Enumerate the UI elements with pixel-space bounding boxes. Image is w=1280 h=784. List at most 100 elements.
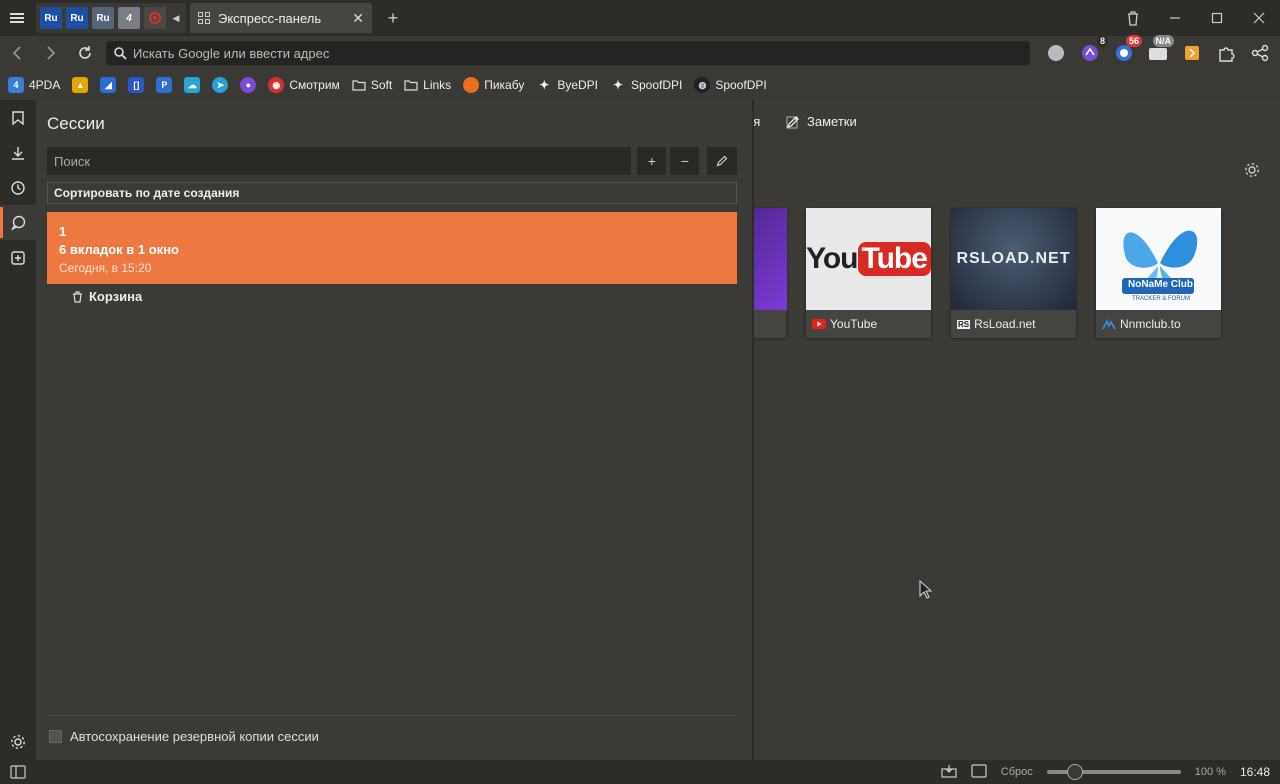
panel-title: Сессии [47,114,105,133]
active-tab-title: Экспресс-панель [218,10,322,26]
session-name: 1 [59,224,67,239]
tile-thumbnail: You Tube [806,208,931,310]
stack-tab-3[interactable]: Ru [92,7,114,29]
bird-icon: ✦ [612,78,624,92]
p-bookmark-icon: P [156,77,173,93]
search-icon [114,46,127,60]
speed-dial-icon [198,12,210,24]
blue-extension-icon[interactable]: 56 [1112,35,1142,65]
url-field[interactable] [106,41,1030,65]
download-icon [12,146,24,160]
trash-icon[interactable] [1112,0,1154,36]
speed-dial-tile-youtube[interactable]: You Tube YouTube [806,208,931,338]
tab-close-icon[interactable]: ✕ [352,10,364,27]
stack-tab-4[interactable]: 4 [118,7,140,29]
bookmark-spoofdpi-2[interactable]: ◍ SpoofDPI [694,77,767,93]
stack-tab-5[interactable] [144,7,166,29]
tab-stack[interactable]: Ru Ru Ru 4 ◀ [36,3,186,33]
zoom-slider[interactable] [1046,764,1181,780]
reload-button[interactable] [68,36,102,70]
bookmarks-panel-button[interactable] [0,100,36,135]
zoom-reset-button[interactable]: Сброс [1001,766,1033,778]
sessions-toolbar: + − [47,147,738,175]
orange-extension-icon[interactable] [1180,41,1204,65]
na-extension-icon[interactable]: N/A [1146,35,1174,65]
add-session-button[interactable]: + [637,147,667,175]
tile-thumbnail: NoNaMe Club TRACKER & FORUM [1096,208,1221,310]
sessions-search-input[interactable] [47,147,632,175]
sessions-panel-button[interactable] [0,205,36,240]
telegram-icon: ➤ [212,77,229,93]
bookmark-folder-links[interactable]: Links [404,78,451,92]
remove-session-button[interactable]: − [670,147,700,175]
bookmark-pikabu[interactable]: Пикабу [463,77,524,93]
bookmark-bracket[interactable]: [] [128,77,145,93]
mouse-cursor-icon [919,580,933,599]
circle-extension-icon[interactable] [1044,41,1068,65]
sort-selector[interactable]: Сортировать по дате создания [47,182,737,204]
extension-badge: N/A [1152,35,1174,47]
tab-notes[interactable]: Заметки [786,114,857,129]
bookmark-byedpi[interactable]: ✦ ByeDPI [536,77,598,93]
session-date: Сегодня, в 15:20 [59,261,152,275]
swoosh-bookmark-icon: ◢ [100,77,117,93]
bookmark-cloud[interactable]: ☁ [184,77,201,93]
clock: 16:48 [1239,765,1270,779]
bookmark-spoofdpi-1[interactable]: ✦ SpoofDPI [610,77,682,93]
bookmark-4pda[interactable]: 4 4PDA [8,77,60,93]
zoom-percent: 100 % [1194,766,1226,778]
trash-item[interactable]: Корзина [72,289,142,304]
puzzle-icon[interactable] [1214,41,1238,65]
autosave-checkbox[interactable] [49,730,62,743]
close-window-icon[interactable] [1238,0,1280,36]
active-tab[interactable]: Экспресс-панель ✕ [190,3,372,33]
history-panel-button[interactable] [0,170,36,205]
maximize-icon[interactable] [1196,0,1238,36]
minimize-icon[interactable] [1154,0,1196,36]
forward-button[interactable] [34,36,68,70]
status-bar: Сброс 100 % 16:48 [0,760,1280,784]
bookmarks-bar: 4 4PDA ▲ ◢ [] P ☁ ➤ ● ◉ Смотрим Soft Links… [0,70,1280,100]
bookmark-folder-soft[interactable]: Soft [352,78,392,92]
share-icon[interactable] [1248,41,1272,65]
sessions-panel: Сессии + − Сортировать по дате создания … [36,100,754,760]
status-right: Сброс 100 % 16:48 [941,763,1280,781]
purple-extension-icon[interactable]: 8 [1078,35,1108,65]
tile-caption: YouTube [806,310,931,338]
main-menu-button[interactable] [0,0,34,36]
speed-dial-tile-rsload[interactable]: RSLOAD.NET RS RsLoad.net [951,208,1076,338]
stack-tab-1[interactable]: Ru [40,7,62,29]
extensions-area: 8 56 N/A [1044,35,1272,65]
panel-toggle-icon[interactable] [0,760,36,784]
pencil-icon [786,115,799,129]
bracket-bookmark-icon: [] [128,77,145,93]
youtube-icon [812,319,826,329]
back-arrow-icon [12,46,21,60]
settings-gear-icon[interactable] [0,726,36,758]
speed-dial-tile-nnmclub[interactable]: NoNaMe Club TRACKER & FORUM Nnmclub.to [1096,208,1221,338]
add-panel-button[interactable] [0,240,36,275]
back-button[interactable] [0,36,34,70]
folder-icon [352,80,366,91]
new-tab-button[interactable]: + [382,8,404,29]
url-input[interactable] [133,45,1013,61]
downloads-panel-button[interactable] [0,135,36,170]
4pda-icon: 4 [8,77,24,93]
bookmark-telegram[interactable]: ➤ [212,77,229,93]
edit-session-button[interactable] [707,147,738,175]
autosave-option[interactable]: Автосохранение резервной копии сессии [49,729,319,744]
stack-tab-2[interactable]: Ru [66,7,88,29]
bookmark-image[interactable]: ▲ [72,77,89,93]
stack-collapse-icon[interactable]: ◀ [170,7,182,29]
speed-dial-settings-icon[interactable] [1244,162,1260,183]
sessions-icon [10,215,25,230]
bookmark-smotrim[interactable]: ◉ Смотрим [268,77,340,93]
butterfly-icon [1122,230,1198,294]
bookmark-p[interactable]: P [156,77,173,93]
zoom-slider-knob[interactable] [1066,764,1083,780]
bookmark-record[interactable]: ● [240,77,257,93]
bookmark-swoosh[interactable]: ◢ [100,77,117,93]
session-item[interactable]: 1 6 вкладок в 1 окно Сегодня, в 15:20 [47,212,737,284]
window-icon[interactable] [971,763,987,781]
download-status-icon[interactable] [941,764,957,781]
